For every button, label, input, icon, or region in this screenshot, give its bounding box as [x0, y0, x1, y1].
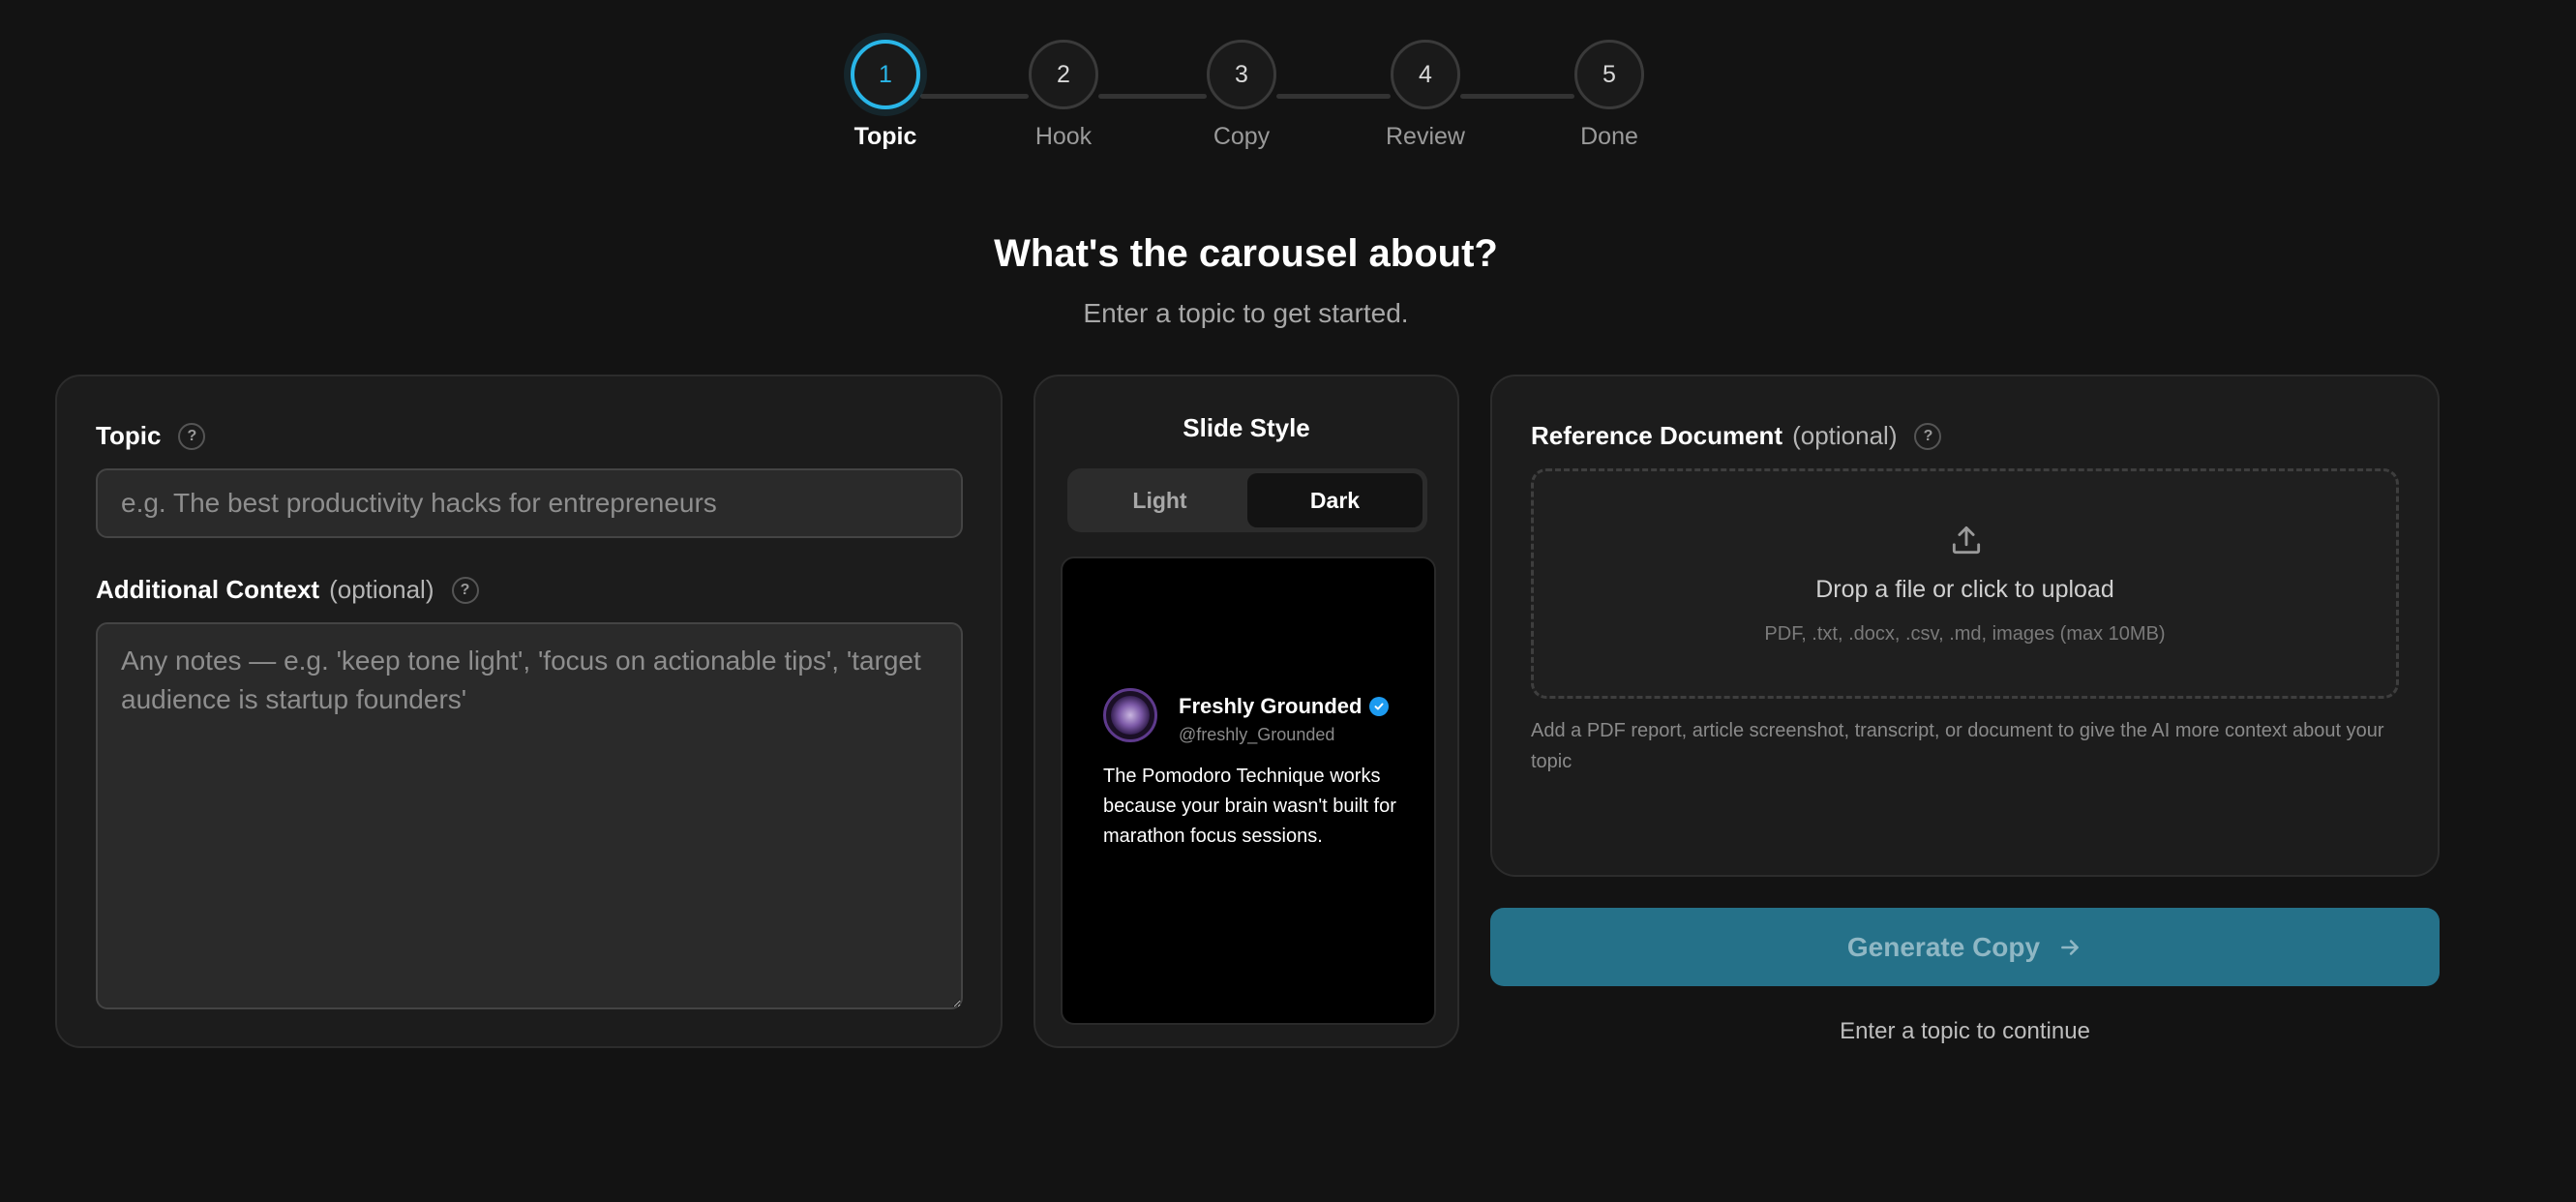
continue-hint: Enter a topic to continue: [1840, 1018, 2090, 1044]
avatar: [1103, 688, 1157, 742]
arrow-right-icon: [2061, 939, 2079, 955]
step-connector: [1098, 94, 1207, 99]
reference-description: Add a PDF report, article screenshot, tr…: [1531, 720, 2384, 772]
step-5-done[interactable]: 5: [1574, 40, 1644, 109]
reference-document-panel: Reference Document (optional) ? Drop a f…: [1490, 375, 2440, 877]
topic-input[interactable]: [96, 468, 963, 538]
context-label-text: Additional Context: [96, 575, 320, 604]
help-icon[interactable]: ?: [1914, 422, 1942, 450]
topic-panel: Topic ? Additional Context (optional) ?: [55, 375, 1003, 1048]
reference-label-text: Reference Document: [1531, 421, 1783, 450]
step-connector: [1460, 94, 1574, 99]
step-label-hook: Hook: [1034, 123, 1093, 150]
file-dropzone[interactable]: Drop a file or click to upload PDF, .txt…: [1531, 468, 2399, 699]
additional-context-textarea[interactable]: [96, 622, 963, 1009]
theme-toggle: Light Dark: [1067, 468, 1427, 532]
step-connector: [1276, 94, 1391, 99]
help-icon[interactable]: ?: [178, 422, 206, 450]
reference-optional-text: (optional): [1792, 421, 1898, 450]
page-subtitle: Enter a topic to get started.: [1083, 298, 1409, 328]
context-label: Additional Context (optional) ?: [96, 575, 479, 605]
step-1-topic[interactable]: 1: [851, 40, 920, 109]
help-icon[interactable]: ?: [451, 576, 479, 604]
dropzone-title: Drop a file or click to upload: [1815, 576, 2114, 603]
theme-dark-button[interactable]: Dark: [1247, 473, 1423, 527]
progress-stepper: 1 2 3 4 5 Topic Hook Copy Review Done: [0, 0, 2576, 165]
theme-light-button[interactable]: Light: [1072, 473, 1247, 527]
topic-label-text: Topic: [96, 421, 162, 450]
upload-icon: [1952, 526, 1981, 555]
slide-style-panel: Slide Style Light Dark Freshly Grounded …: [1033, 375, 1459, 1048]
dropzone-formats: PDF, .txt, .docx, .csv, .md, images (max…: [1764, 623, 2166, 645]
step-connector: [920, 94, 1029, 99]
preview-text: The Pomodoro Technique works because you…: [1103, 766, 1396, 847]
step-2-hook[interactable]: 2: [1029, 40, 1098, 109]
step-4-review[interactable]: 4: [1391, 40, 1460, 109]
context-optional-text: (optional): [329, 575, 434, 604]
step-3-copy[interactable]: 3: [1207, 40, 1276, 109]
slide-style-title: Slide Style: [1183, 413, 1310, 442]
avatar-logo: [1111, 696, 1150, 735]
page-title: What's the carousel about?: [994, 232, 1498, 275]
verified-badge-icon: [1369, 697, 1390, 716]
preview-account: Freshly Grounded: [1179, 694, 1390, 719]
step-label-topic: Topic: [854, 123, 917, 150]
step-label-done: Done: [1580, 123, 1638, 150]
generate-copy-button[interactable]: Generate Copy: [1490, 908, 2440, 986]
preview-name: Freshly Grounded: [1179, 694, 1363, 718]
step-label-review: Review: [1386, 123, 1465, 150]
slide-preview: Freshly Grounded @freshly_Grounded The P…: [1061, 556, 1436, 1025]
reference-label: Reference Document (optional) ?: [1531, 421, 1942, 451]
step-label-copy: Copy: [1213, 123, 1271, 150]
preview-handle: @freshly_Grounded: [1179, 725, 1335, 744]
topic-label: Topic ?: [96, 421, 206, 451]
generate-copy-label: Generate Copy: [1846, 931, 2041, 962]
